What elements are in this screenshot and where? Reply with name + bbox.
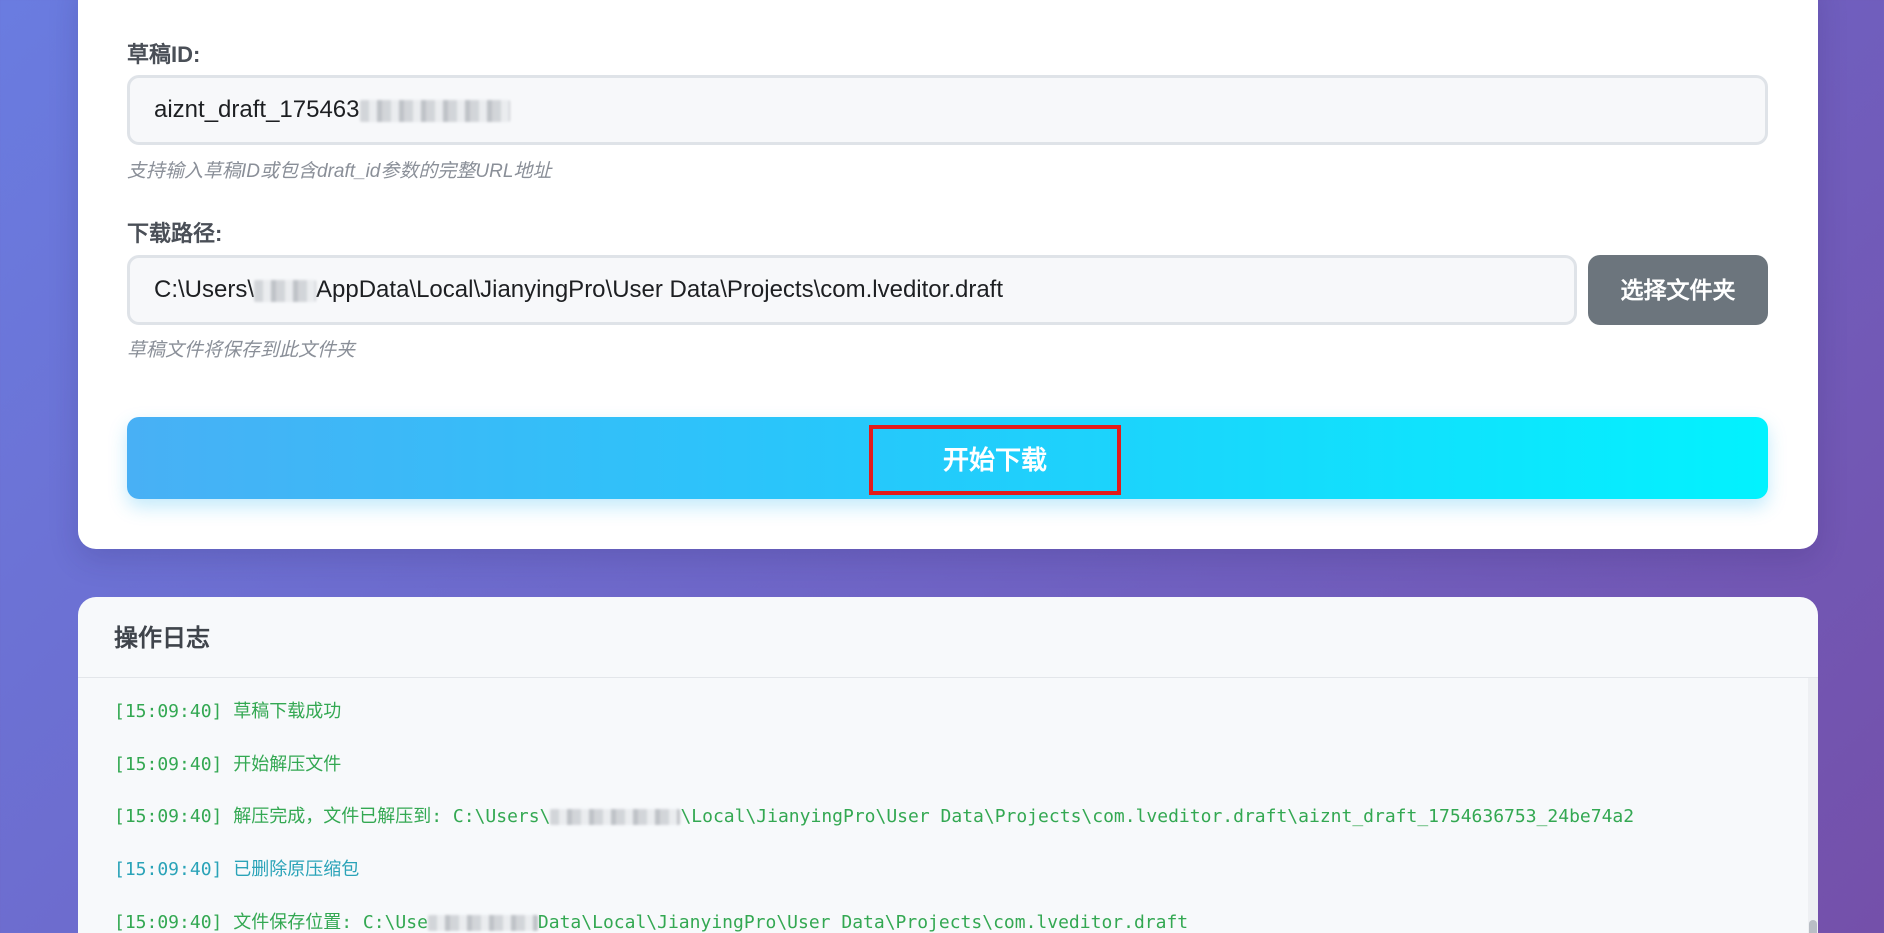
log-time: [15:09:40] bbox=[114, 912, 223, 933]
log-time: [15:09:40] bbox=[114, 859, 223, 880]
log-text: 已删除原压缩包 bbox=[233, 859, 360, 880]
path-hint: 草稿文件将保存到此文件夹 bbox=[127, 340, 356, 361]
redacted-text bbox=[254, 279, 317, 302]
download-path-input[interactable]: C:\Users\ AppData\Local\JianyingPro\User … bbox=[127, 255, 1577, 325]
operation-log-card: 操作日志 [15:09:40] 草稿下载成功 [15:09:40] 开始解压文件… bbox=[78, 597, 1818, 933]
log-text-suffix: Data\Local\JianyingPro\User Data\Project… bbox=[537, 912, 1189, 933]
log-entry: [15:09:40] 开始解压文件 bbox=[114, 750, 341, 776]
log-time: [15:09:40] bbox=[114, 806, 223, 827]
path-value-suffix: AppData\Local\JianyingPro\User Data\Proj… bbox=[316, 276, 1004, 303]
log-scrollbar-thumb[interactable] bbox=[1809, 920, 1817, 933]
log-title: 操作日志 bbox=[78, 597, 1818, 678]
draft-id-value: aiznt_draft_175463 bbox=[154, 96, 360, 123]
log-text: 开始解压文件 bbox=[233, 754, 342, 775]
draft-id-hint: 支持输入草稿ID或包含draft_id参数的完整URL地址 bbox=[127, 161, 552, 182]
redacted-text bbox=[427, 915, 538, 931]
log-time: [15:09:40] bbox=[114, 754, 223, 775]
log-scrollbar[interactable] bbox=[1808, 678, 1818, 933]
draft-id-input[interactable]: aiznt_draft_175463 bbox=[127, 75, 1768, 145]
start-download-button[interactable]: 开始下载 bbox=[127, 417, 1768, 499]
log-text: 解压完成，文件已解压到: C:\Users\ bbox=[233, 806, 551, 827]
log-entry: [15:09:40] 解压完成，文件已解压到: C:\Users\ \Local\… bbox=[114, 802, 1634, 828]
redacted-text bbox=[550, 809, 681, 825]
choose-folder-button[interactable]: 选择文件夹 bbox=[1588, 255, 1768, 325]
log-time: [15:09:40] bbox=[114, 701, 223, 722]
path-label: 下载路径: bbox=[127, 221, 223, 246]
path-value-prefix: C:\Users\ bbox=[154, 276, 255, 303]
log-entry: [15:09:40] 文件保存位置: C:\Use Data\Local\Jian… bbox=[114, 908, 1188, 933]
log-text: 文件保存位置: C:\Use bbox=[233, 912, 428, 933]
log-entry: [15:09:40] 草稿下载成功 bbox=[114, 697, 341, 723]
draft-id-label: 草稿ID: bbox=[127, 42, 201, 67]
log-entry: [15:09:40] 已删除原压缩包 bbox=[114, 855, 359, 881]
log-text-suffix: \Local\JianyingPro\User Data\Projects\co… bbox=[680, 806, 1635, 827]
download-form-card: 草稿ID: aiznt_draft_175463 支持输入草稿ID或包含draf… bbox=[78, 0, 1818, 549]
start-download-label: 开始下载 bbox=[869, 425, 1121, 495]
log-text: 草稿下载成功 bbox=[233, 701, 342, 722]
redacted-text bbox=[359, 99, 510, 122]
